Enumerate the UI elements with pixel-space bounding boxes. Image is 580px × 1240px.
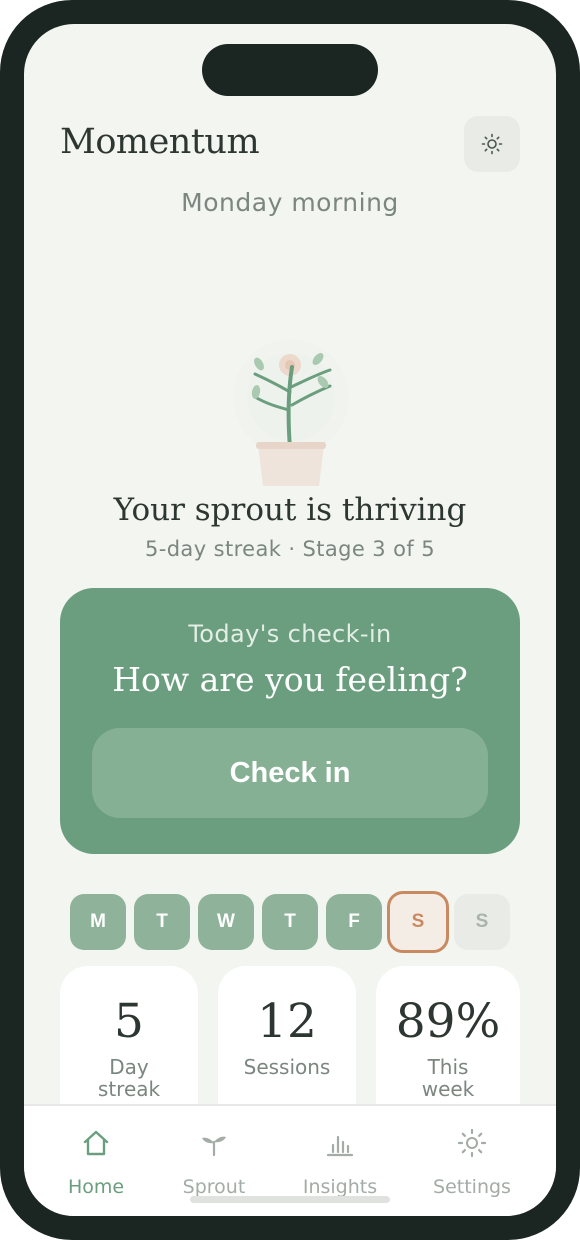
sprout-plant-illustration	[233, 339, 349, 486]
dynamic-island	[202, 44, 378, 96]
day-chip-thursday[interactable]: T	[262, 894, 318, 950]
sun-icon	[481, 133, 503, 155]
phone-frame: Momentum Monday morning Your sprout is t…	[0, 0, 580, 1240]
stat-value: 89%	[395, 994, 501, 1049]
checkin-card: Today's check-in How are you feeling? Ch…	[60, 588, 520, 854]
theme-toggle-button[interactable]	[464, 116, 520, 172]
checkin-label: Today's check-in	[188, 620, 392, 648]
plant-status-subtitle: 5-day streak · Stage 3 of 5	[144, 537, 436, 561]
tab-settings[interactable]: Settings	[412, 1106, 532, 1216]
stat-label: This week	[421, 1055, 475, 1101]
tab-home[interactable]: Home	[36, 1106, 156, 1216]
day-chip-monday[interactable]: M	[70, 894, 126, 950]
gear-icon	[457, 1128, 487, 1158]
check-in-button[interactable]: Check in	[92, 728, 488, 818]
bar-chart-icon	[326, 1135, 354, 1157]
plant-status-title: Your sprout is thriving	[113, 492, 467, 528]
home-indicator[interactable]	[190, 1196, 390, 1203]
app-screen: Momentum Monday morning Your sprout is t…	[24, 24, 556, 1216]
sprout-icon	[202, 1136, 226, 1157]
week-tracker: M T W T F S S	[70, 891, 520, 953]
home-icon	[83, 1130, 109, 1156]
day-chip-sunday[interactable]: S	[454, 894, 510, 950]
greeting-text: Monday morning	[181, 188, 399, 217]
day-chip-saturday[interactable]: S	[387, 891, 449, 953]
stat-label: Day streak	[97, 1055, 161, 1101]
tab-label-insights: Insights	[302, 1176, 378, 1198]
tab-label-sprout: Sprout	[182, 1176, 246, 1198]
tab-label-settings: Settings	[433, 1176, 511, 1198]
stat-value: 5	[114, 994, 144, 1049]
app-title: Momentum	[60, 122, 260, 162]
tab-label-home: Home	[67, 1176, 125, 1198]
day-chip-wednesday[interactable]: W	[198, 894, 254, 950]
checkin-question: How are you feeling?	[112, 660, 468, 699]
day-chip-friday[interactable]: F	[326, 894, 382, 950]
stat-value: 12	[257, 994, 317, 1049]
day-chip-tuesday[interactable]: T	[134, 894, 190, 950]
stat-label: Sessions	[243, 1055, 331, 1079]
